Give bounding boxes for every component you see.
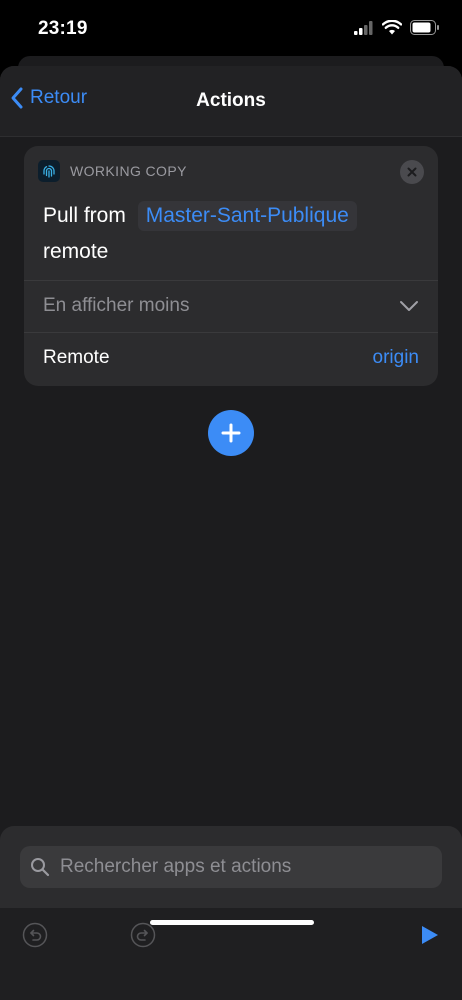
plus-icon	[221, 423, 241, 443]
repository-parameter[interactable]: Master-Sant-Publique	[137, 201, 357, 231]
bottom-panel	[0, 826, 462, 1000]
action-card[interactable]: WORKING COPY Pull from Master-Sant-Publi…	[24, 146, 438, 386]
action-text-suffix: remote	[43, 240, 109, 263]
action-description: Pull from Master-Sant-Publique remote	[43, 198, 423, 270]
navigation-bar: Retour Actions	[0, 66, 462, 137]
battery-icon	[410, 20, 439, 35]
action-text-prefix: Pull from	[43, 204, 126, 227]
search-bar[interactable]	[20, 846, 442, 888]
undo-button[interactable]	[20, 920, 50, 950]
wifi-icon	[382, 20, 402, 35]
add-action-button[interactable]	[208, 410, 254, 456]
status-icons	[354, 20, 440, 35]
status-time: 23:19	[38, 18, 88, 39]
remove-action-button[interactable]	[400, 160, 424, 184]
remote-value[interactable]: origin	[373, 347, 419, 369]
app-name: WORKING COPY	[70, 163, 187, 179]
action-card-header: WORKING COPY	[38, 160, 187, 182]
cellular-signal-icon	[354, 20, 373, 35]
run-shortcut-button[interactable]	[414, 920, 444, 950]
fingerprint-icon	[43, 165, 55, 178]
search-input[interactable]	[58, 855, 432, 879]
show-less-row[interactable]: En afficher moins	[43, 280, 419, 332]
remote-row: Remote origin	[43, 332, 419, 384]
undo-icon	[22, 922, 48, 948]
remote-label: Remote	[43, 347, 110, 368]
status-bar: 23:19	[0, 0, 462, 56]
play-icon	[422, 926, 438, 944]
redo-icon	[130, 922, 156, 948]
search-icon	[31, 858, 50, 877]
home-indicator	[150, 920, 314, 925]
working-copy-app-icon	[38, 160, 60, 182]
actions-sheet: Retour Actions WORKING COPY Pull from Ma…	[0, 66, 462, 1000]
page-title: Actions	[196, 90, 266, 111]
chevron-down-icon	[400, 301, 418, 311]
show-less-label: En afficher moins	[43, 295, 190, 316]
close-icon	[407, 167, 417, 177]
